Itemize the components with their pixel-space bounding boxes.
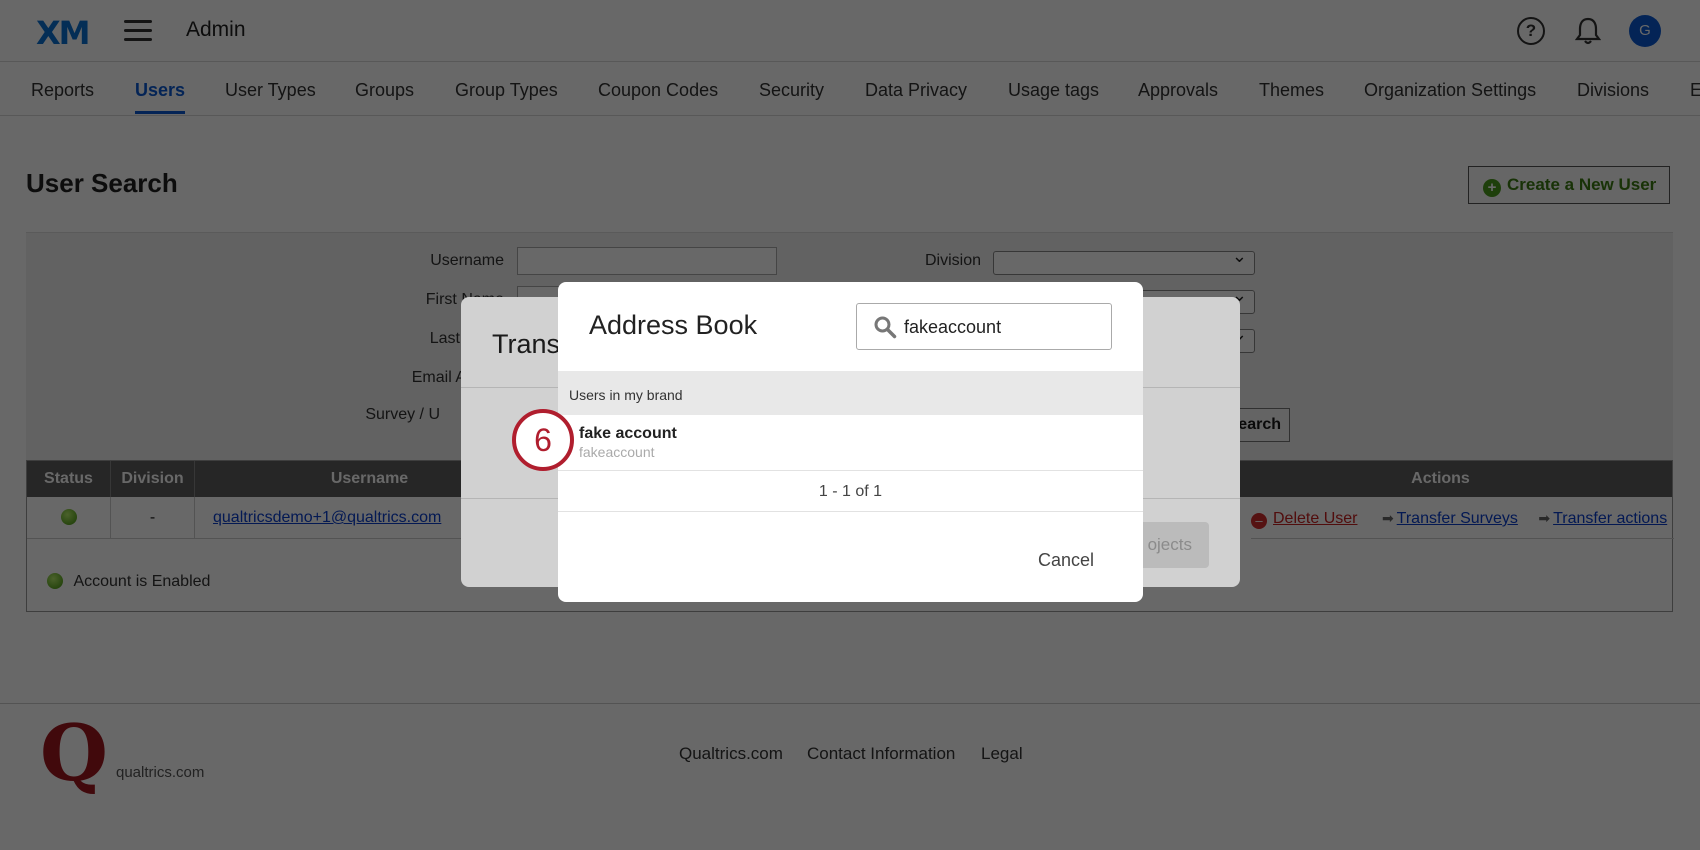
address-book-title: Address Book [589,310,758,340]
search-input-value[interactable]: fakeaccount [904,317,1001,338]
section-header: Users in my brand [558,371,1143,415]
search-icon [874,316,897,339]
list-item[interactable]: fake account fakeaccount [558,415,1143,471]
step-badge: 6 [512,409,574,471]
result-username: fakeaccount [579,444,655,460]
address-book-search[interactable]: fakeaccount [856,303,1112,350]
cancel-button[interactable]: Cancel [1022,543,1110,577]
pagination: 1 - 1 of 1 [558,472,1143,512]
address-book-dialog: Address Book fakeaccount Users in my bra… [558,282,1143,602]
result-name: fake account [579,425,677,442]
